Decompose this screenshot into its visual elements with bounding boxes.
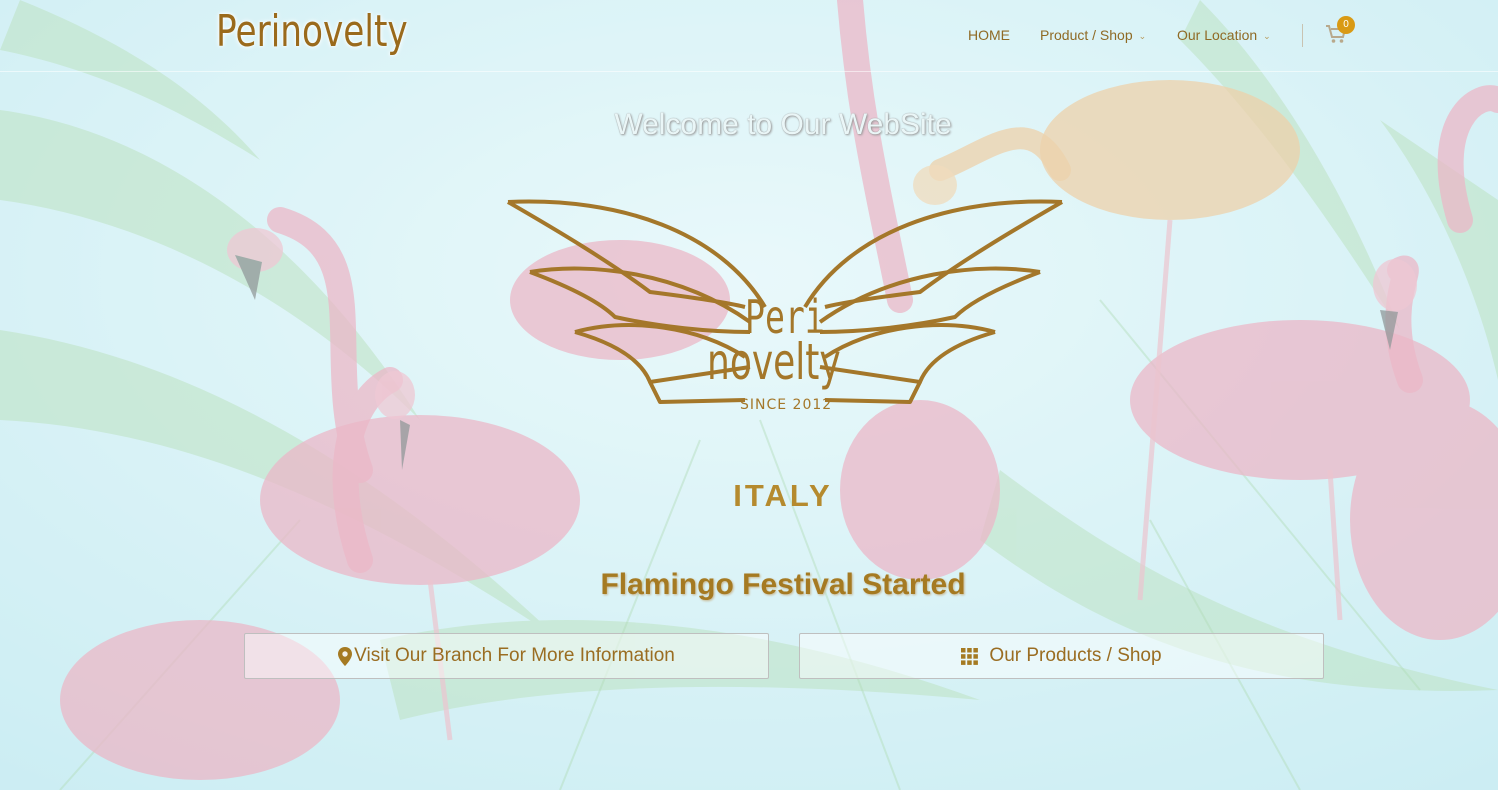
our-products-shop-button[interactable]: Our Products / Shop <box>799 633 1324 679</box>
country-heading: ITALY <box>733 478 833 513</box>
chevron-down-icon: ⌄ <box>1138 30 1147 41</box>
nav-home[interactable]: HOME <box>968 27 1010 43</box>
nav-our-location-label: Our Location <box>1177 27 1258 43</box>
nav-product-shop-label: Product / Shop <box>1040 27 1133 43</box>
visit-branch-button[interactable]: Visit Our Branch For More Information <box>244 633 769 679</box>
site-header: Perinovelty HOME Product / Shop ⌄ Our Loc… <box>0 0 1498 72</box>
site-logo[interactable]: Perinovelty <box>216 6 408 57</box>
map-marker-icon <box>338 646 353 666</box>
nav-our-location[interactable]: Our Location ⌄ <box>1177 27 1271 43</box>
visit-branch-label: Visit Our Branch For More Information <box>354 645 675 666</box>
festival-headline: Flamingo Festival Started <box>600 568 966 601</box>
welcome-heading: Welcome to Our WebSite <box>614 108 952 141</box>
nav-home-label: HOME <box>968 27 1010 43</box>
logo-text-novelty: novelty <box>707 333 841 391</box>
chevron-down-icon: ⌄ <box>1263 30 1271 41</box>
cart-count-badge: 0 <box>1337 16 1355 34</box>
nav-divider <box>1302 24 1303 47</box>
logo-since-text: SINCE 2012 <box>740 397 833 413</box>
our-products-shop-label: Our Products / Shop <box>989 645 1162 666</box>
grid-icon <box>961 647 979 665</box>
nav-product-shop[interactable]: Product / Shop ⌄ <box>1040 27 1146 43</box>
